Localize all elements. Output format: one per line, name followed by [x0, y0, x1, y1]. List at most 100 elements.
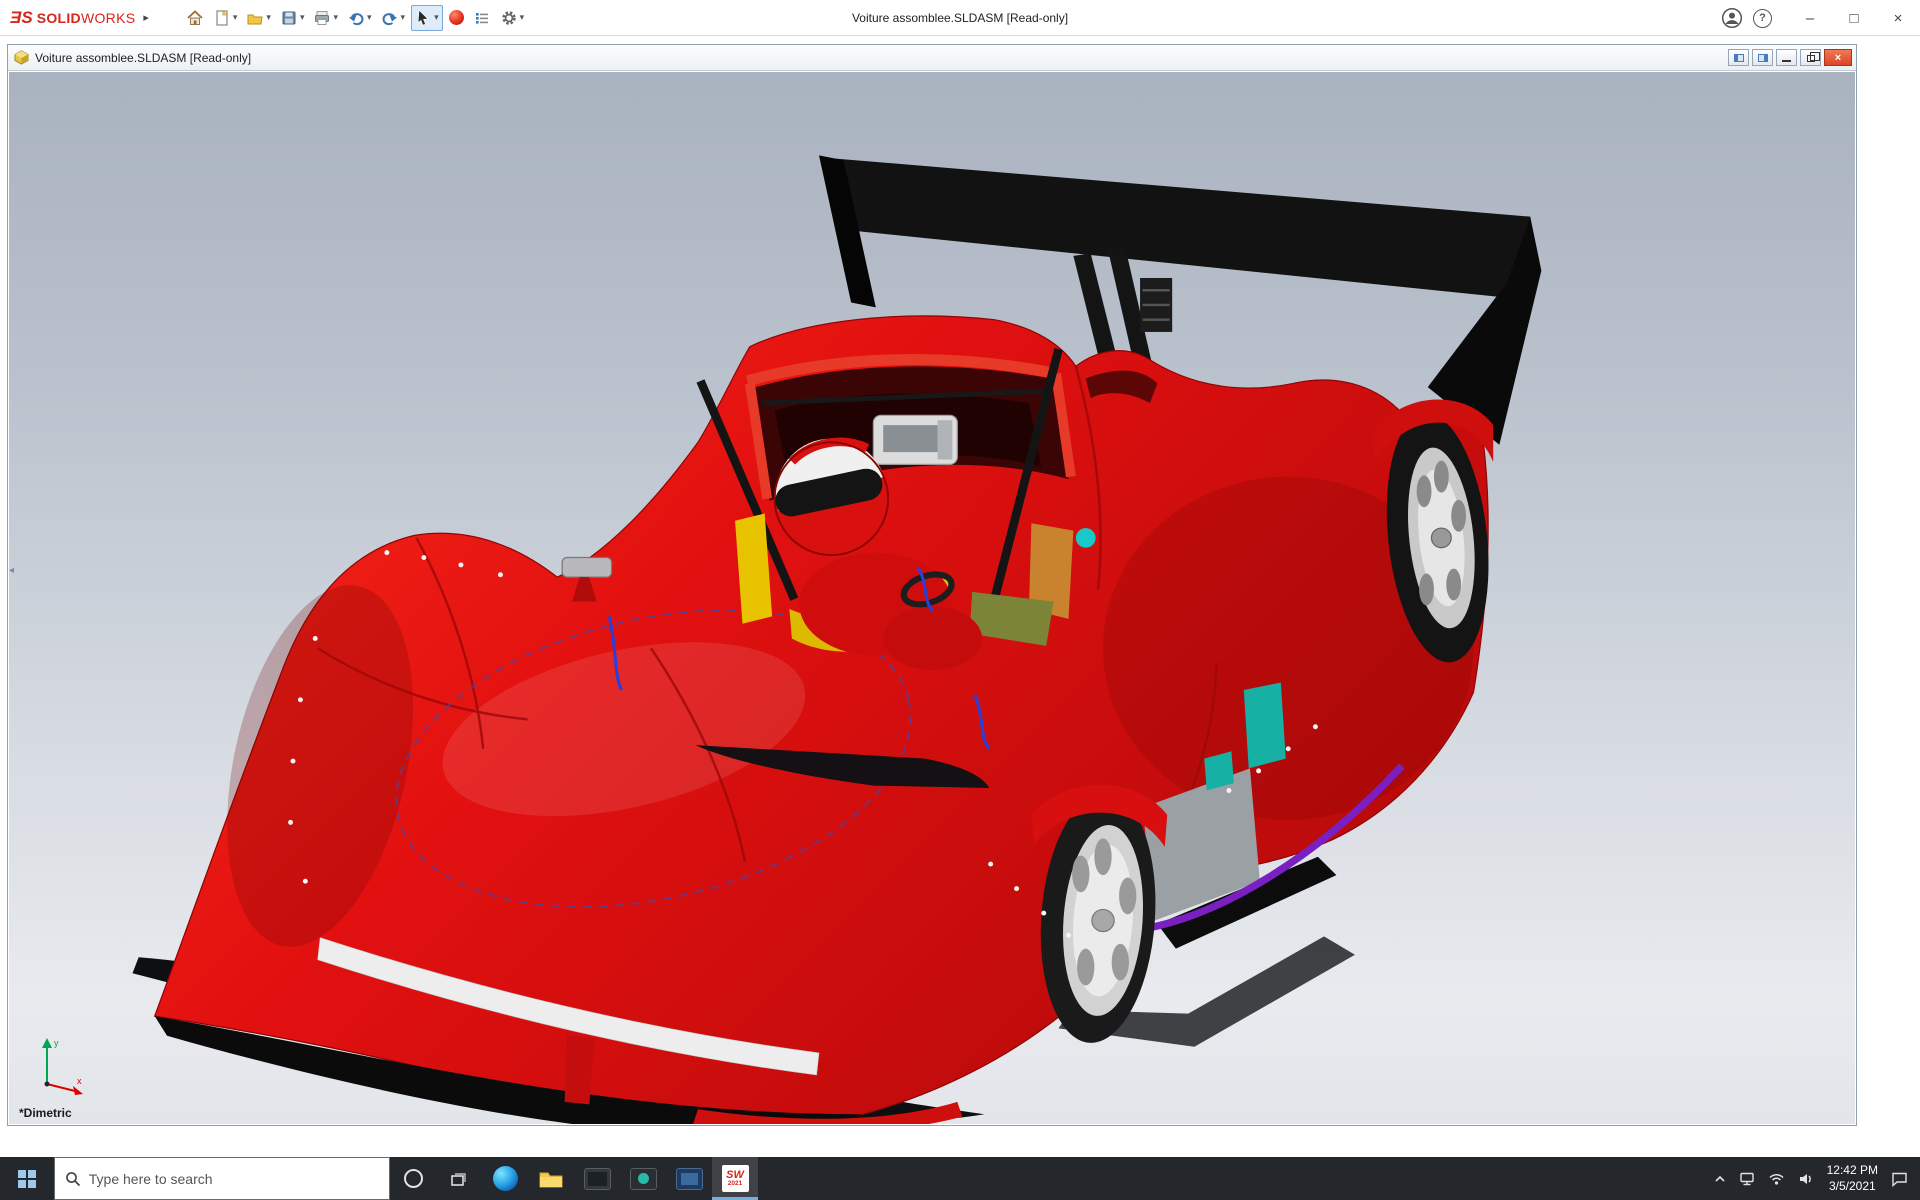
- quick-access-toolbar: ▾ ▾ ▾ ▾: [183, 5, 527, 31]
- app-window-media-button[interactable]: [620, 1157, 666, 1200]
- property-list-icon: [473, 9, 491, 27]
- hidden-icons-button[interactable]: [1714, 1174, 1726, 1184]
- triad-x-label: x: [77, 1076, 82, 1086]
- dropdown-arrow-icon[interactable]: ▾: [520, 12, 525, 23]
- solidworks-taskbar-button[interactable]: SW 2021: [712, 1157, 758, 1200]
- dropdown-arrow-icon[interactable]: ▾: [367, 12, 372, 23]
- app-window-controls: ? – □ ×: [1721, 0, 1920, 36]
- task-view-button[interactable]: [436, 1157, 482, 1200]
- search-input[interactable]: [89, 1171, 379, 1187]
- graphics-viewport[interactable]: y x *Dimetric ◂: [9, 72, 1855, 1124]
- property-list-button[interactable]: [470, 5, 494, 31]
- open-button[interactable]: ▾: [243, 5, 274, 31]
- task-view-icon: [449, 1170, 469, 1188]
- app-window-blue-icon: [676, 1168, 703, 1190]
- new-document-icon: [213, 9, 231, 27]
- wifi-button[interactable]: [1768, 1171, 1785, 1186]
- dropdown-arrow-icon[interactable]: ▾: [300, 12, 305, 23]
- 3dexperience-icon: [449, 10, 464, 25]
- print-icon: [313, 9, 331, 27]
- redo-button[interactable]: ▾: [378, 5, 409, 31]
- select-tool-button[interactable]: ▾: [411, 5, 443, 31]
- doc-restore-button[interactable]: [1800, 49, 1821, 66]
- document-window: Voiture assomblee.SLDASM [Read-only] ×: [7, 44, 1857, 1126]
- undo-icon: [347, 9, 365, 27]
- center-mirror: [873, 415, 957, 464]
- home-button[interactable]: [183, 5, 207, 31]
- cortana-icon: [404, 1169, 423, 1188]
- race-car-model[interactable]: [9, 72, 1855, 1124]
- assembly-document-icon: [14, 50, 29, 65]
- ethernet-icon: [1739, 1171, 1755, 1187]
- app-window-blue-button[interactable]: [666, 1157, 712, 1200]
- ethernet-button[interactable]: [1739, 1171, 1755, 1187]
- triad-y-label: y: [54, 1038, 59, 1048]
- dropdown-arrow-icon[interactable]: ▾: [434, 12, 439, 23]
- action-center-button[interactable]: [1891, 1171, 1908, 1187]
- app-window-title: Voiture assomblee.SLDASM [Read-only]: [852, 0, 1068, 36]
- file-explorer-button[interactable]: [528, 1157, 574, 1200]
- panel-collapse-arrow[interactable]: ◂: [9, 566, 14, 576]
- account-icon[interactable]: [1721, 7, 1743, 29]
- restore-icon: [1807, 55, 1815, 62]
- help-icon[interactable]: ?: [1753, 9, 1772, 28]
- clock-date: 3/5/2021: [1827, 1179, 1878, 1195]
- print-button[interactable]: ▾: [310, 5, 341, 31]
- pane-left-button[interactable]: [1728, 49, 1749, 66]
- close-button[interactable]: ×: [1876, 0, 1920, 36]
- clock-time: 12:42 PM: [1827, 1163, 1878, 1179]
- volume-button[interactable]: [1798, 1171, 1814, 1187]
- pane-right-button[interactable]: [1752, 49, 1773, 66]
- redo-icon: [381, 9, 399, 27]
- taskbar-clock[interactable]: 12:42 PM 3/5/2021: [1827, 1163, 1878, 1194]
- edge-icon: [493, 1166, 518, 1191]
- view-orientation-label: *Dimetric: [19, 1106, 72, 1120]
- dropdown-arrow-icon[interactable]: ▾: [401, 12, 406, 23]
- edge-button[interactable]: [482, 1157, 528, 1200]
- save-button[interactable]: ▾: [277, 5, 308, 31]
- document-window-buttons: ×: [1728, 49, 1852, 66]
- home-icon: [186, 9, 204, 27]
- start-button[interactable]: [0, 1157, 54, 1200]
- system-tray: 12:42 PM 3/5/2021: [1714, 1157, 1920, 1200]
- pane-right-icon: [1758, 54, 1768, 62]
- app-window-media-icon: [630, 1168, 657, 1190]
- file-explorer-icon: [539, 1169, 563, 1189]
- solidworks-app-icon: SW 2021: [722, 1165, 749, 1192]
- windows-logo-icon: [18, 1170, 36, 1188]
- wifi-icon: [1768, 1171, 1785, 1186]
- app-title-bar: ƎS SOLID WORKS ▸ ▾ ▾: [0, 0, 1920, 36]
- orientation-triad: y x: [33, 1034, 89, 1096]
- dassault-mark: ƎS: [10, 8, 33, 28]
- cortana-button[interactable]: [390, 1157, 436, 1200]
- select-arrow-icon: [415, 9, 432, 26]
- doc-minimize-button[interactable]: [1776, 49, 1797, 66]
- volume-icon: [1798, 1171, 1814, 1187]
- dropdown-arrow-icon[interactable]: ▾: [333, 12, 338, 23]
- chevron-up-icon: [1714, 1174, 1726, 1184]
- maximize-button[interactable]: □: [1832, 0, 1876, 36]
- doc-close-button[interactable]: ×: [1824, 49, 1852, 66]
- windows-taskbar: SW 2021: [0, 1157, 1920, 1200]
- action-center-icon: [1891, 1171, 1908, 1187]
- minimize-icon: [1782, 60, 1791, 62]
- 3dexperience-button[interactable]: [446, 5, 467, 31]
- taskbar-search[interactable]: [54, 1157, 390, 1200]
- save-icon: [280, 9, 298, 27]
- settings-button[interactable]: ▾: [497, 5, 528, 31]
- app-window-dark-icon: [584, 1168, 611, 1190]
- document-title: Voiture assomblee.SLDASM [Read-only]: [35, 51, 251, 65]
- search-icon: [65, 1171, 80, 1187]
- flyout-arrow-icon[interactable]: ▸: [143, 11, 149, 24]
- dropdown-arrow-icon[interactable]: ▾: [266, 12, 271, 23]
- pane-left-icon: [1734, 54, 1744, 62]
- open-folder-icon: [246, 9, 264, 27]
- app-window-dark-button[interactable]: [574, 1157, 620, 1200]
- new-document-button[interactable]: ▾: [210, 5, 241, 31]
- undo-button[interactable]: ▾: [344, 5, 375, 31]
- minimize-button[interactable]: –: [1788, 0, 1832, 36]
- settings-gear-icon: [500, 9, 518, 27]
- solidworks-logo: ƎS SOLID WORKS: [10, 8, 135, 28]
- dropdown-arrow-icon[interactable]: ▾: [233, 12, 238, 23]
- document-title-bar[interactable]: Voiture assomblee.SLDASM [Read-only] ×: [8, 45, 1856, 71]
